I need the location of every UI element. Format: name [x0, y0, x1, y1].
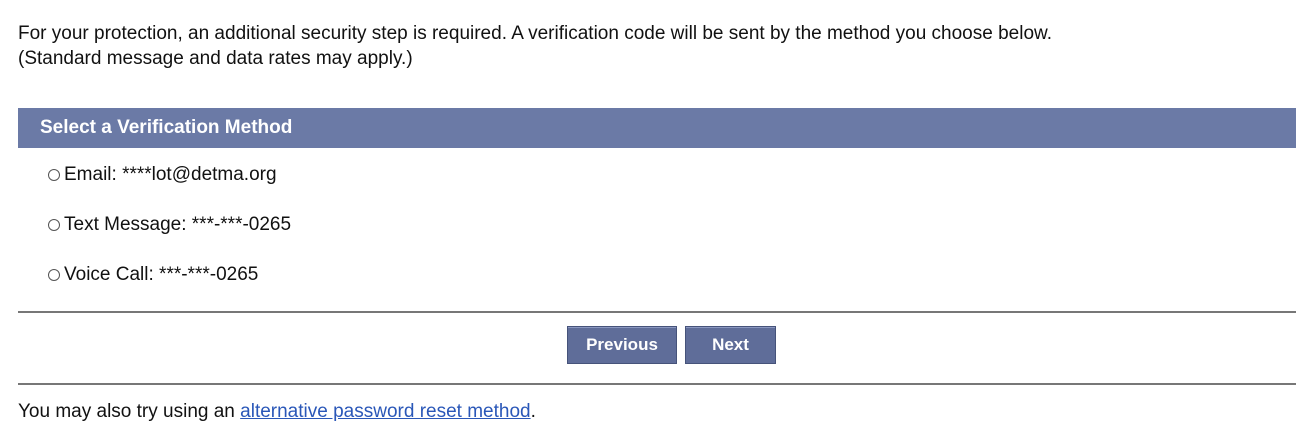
- verification-method-header: Select a Verification Method: [18, 108, 1296, 148]
- option-text-message-label: Text Message: ***-***-0265: [64, 214, 292, 235]
- voice-call-radio[interactable]: [48, 269, 60, 281]
- option-text-message[interactable]: Text Message: ***-***-0265: [48, 210, 291, 240]
- divider-top: [18, 311, 1296, 313]
- next-button[interactable]: Next: [685, 326, 776, 364]
- button-row: Previous Next: [18, 323, 1296, 367]
- text-message-radio[interactable]: [48, 219, 60, 231]
- intro-line-1: For your protection, an additional secur…: [18, 23, 1052, 44]
- intro-line-2: (Standard message and data rates may app…: [18, 48, 413, 69]
- option-email-label: Email: ****lot@detma.org: [64, 164, 277, 185]
- option-voice-call[interactable]: Voice Call: ***-***-0265: [48, 260, 258, 290]
- email-radio[interactable]: [48, 169, 60, 181]
- footer-prefix: You may also try using an: [18, 401, 241, 422]
- option-voice-call-label: Voice Call: ***-***-0265: [64, 264, 259, 285]
- intro-text: For your protection, an additional secur…: [18, 21, 1288, 71]
- footer-suffix: .: [530, 401, 536, 422]
- footer-text: You may also try using an alternative pa…: [18, 401, 536, 423]
- alternative-reset-link[interactable]: alternative password reset method: [240, 401, 530, 422]
- divider-bottom: [18, 383, 1296, 385]
- option-email[interactable]: Email: ****lot@detma.org: [48, 160, 277, 190]
- previous-button[interactable]: Previous: [567, 326, 677, 364]
